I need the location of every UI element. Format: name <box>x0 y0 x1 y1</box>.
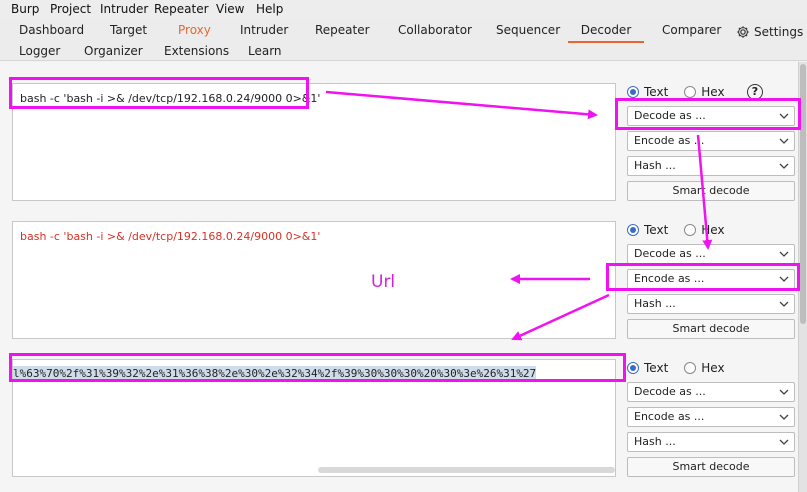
annotation-arrows <box>325 90 713 341</box>
arrow-to-output <box>511 293 610 341</box>
arrow-to-decode <box>325 90 598 120</box>
arrow-to-encode <box>696 134 713 250</box>
